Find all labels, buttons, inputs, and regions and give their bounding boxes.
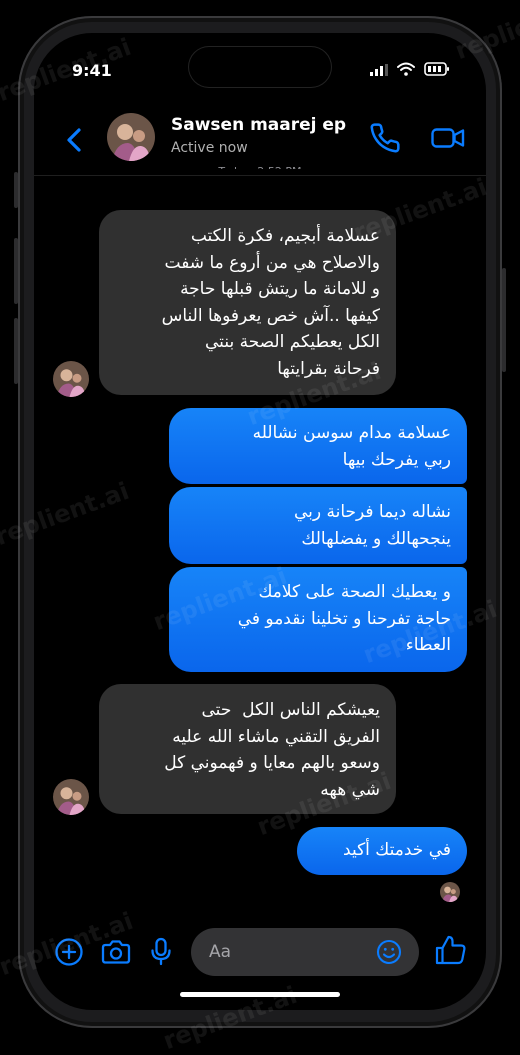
contact-status: Active now [171,140,248,156]
date-separator: Today, 2:52 PM [34,159,486,169]
avatar-photo [440,882,460,902]
contact-name[interactable]: Sawsen maarej ep [171,115,346,135]
chevron-left-icon [67,128,81,152]
camera-icon [101,940,131,964]
outgoing-message[interactable]: عسلامة مدام سوسن نشالله ربي يفرحك بيها [169,408,467,484]
outgoing-message[interactable]: نشاله ديما فرحانة ربي ينجحهالك و يفضلهال… [169,487,467,564]
video-call-button[interactable] [430,122,466,154]
outgoing-message[interactable]: في خدمتك أكيد [297,827,467,875]
status-bar: 9:41 [34,33,486,109]
contact-avatar[interactable] [107,113,155,161]
wifi-icon [397,61,415,80]
status-time: 9:41 [72,61,112,80]
microphone-icon [151,937,171,966]
volume-down-button [14,318,18,384]
status-icons [370,61,450,80]
volume-up-button [14,238,18,304]
battery-icon [424,61,450,80]
add-button[interactable] [54,937,84,967]
mute-switch [14,172,18,208]
message-composer [34,920,486,980]
phone-screen: 9:41 Sawsen maarej ep Active now عسلامة … [34,33,486,1010]
contact-avatar-small [53,779,89,815]
voice-message-button[interactable] [149,936,173,968]
dynamic-island [189,47,331,87]
emoji-button[interactable] [376,939,402,965]
camera-button[interactable] [100,938,132,966]
home-indicator[interactable] [180,992,340,997]
incoming-message[interactable]: عسلامة أبجيم، فكرة الكتب والاصلاح هي من … [99,210,396,395]
back-button[interactable] [60,123,90,157]
plus-circle-icon [55,938,83,966]
avatar-photo [53,779,89,815]
message-list[interactable]: عسلامة أبجيم، فكرة الكتب والاصلاح هي من … [34,175,486,920]
avatar-photo [53,361,89,397]
like-button[interactable] [434,933,468,967]
incoming-message[interactable]: يعيشكم الناس الكل حتى الفريق التقني ماشا… [99,684,396,814]
thumbs-up-icon [435,935,466,965]
video-camera-icon [431,128,465,148]
avatar-photo [107,113,155,161]
power-button [502,268,506,372]
audio-call-button[interactable] [369,122,401,154]
cellular-signal-icon [370,61,388,80]
contact-avatar-small [53,361,89,397]
phone-icon [370,123,400,153]
seen-receipt-avatar [440,882,460,902]
smiley-icon [376,939,402,965]
outgoing-message[interactable]: و يعطيك الصحة على كلامك حاجة تفرحنا و تخ… [169,567,467,672]
